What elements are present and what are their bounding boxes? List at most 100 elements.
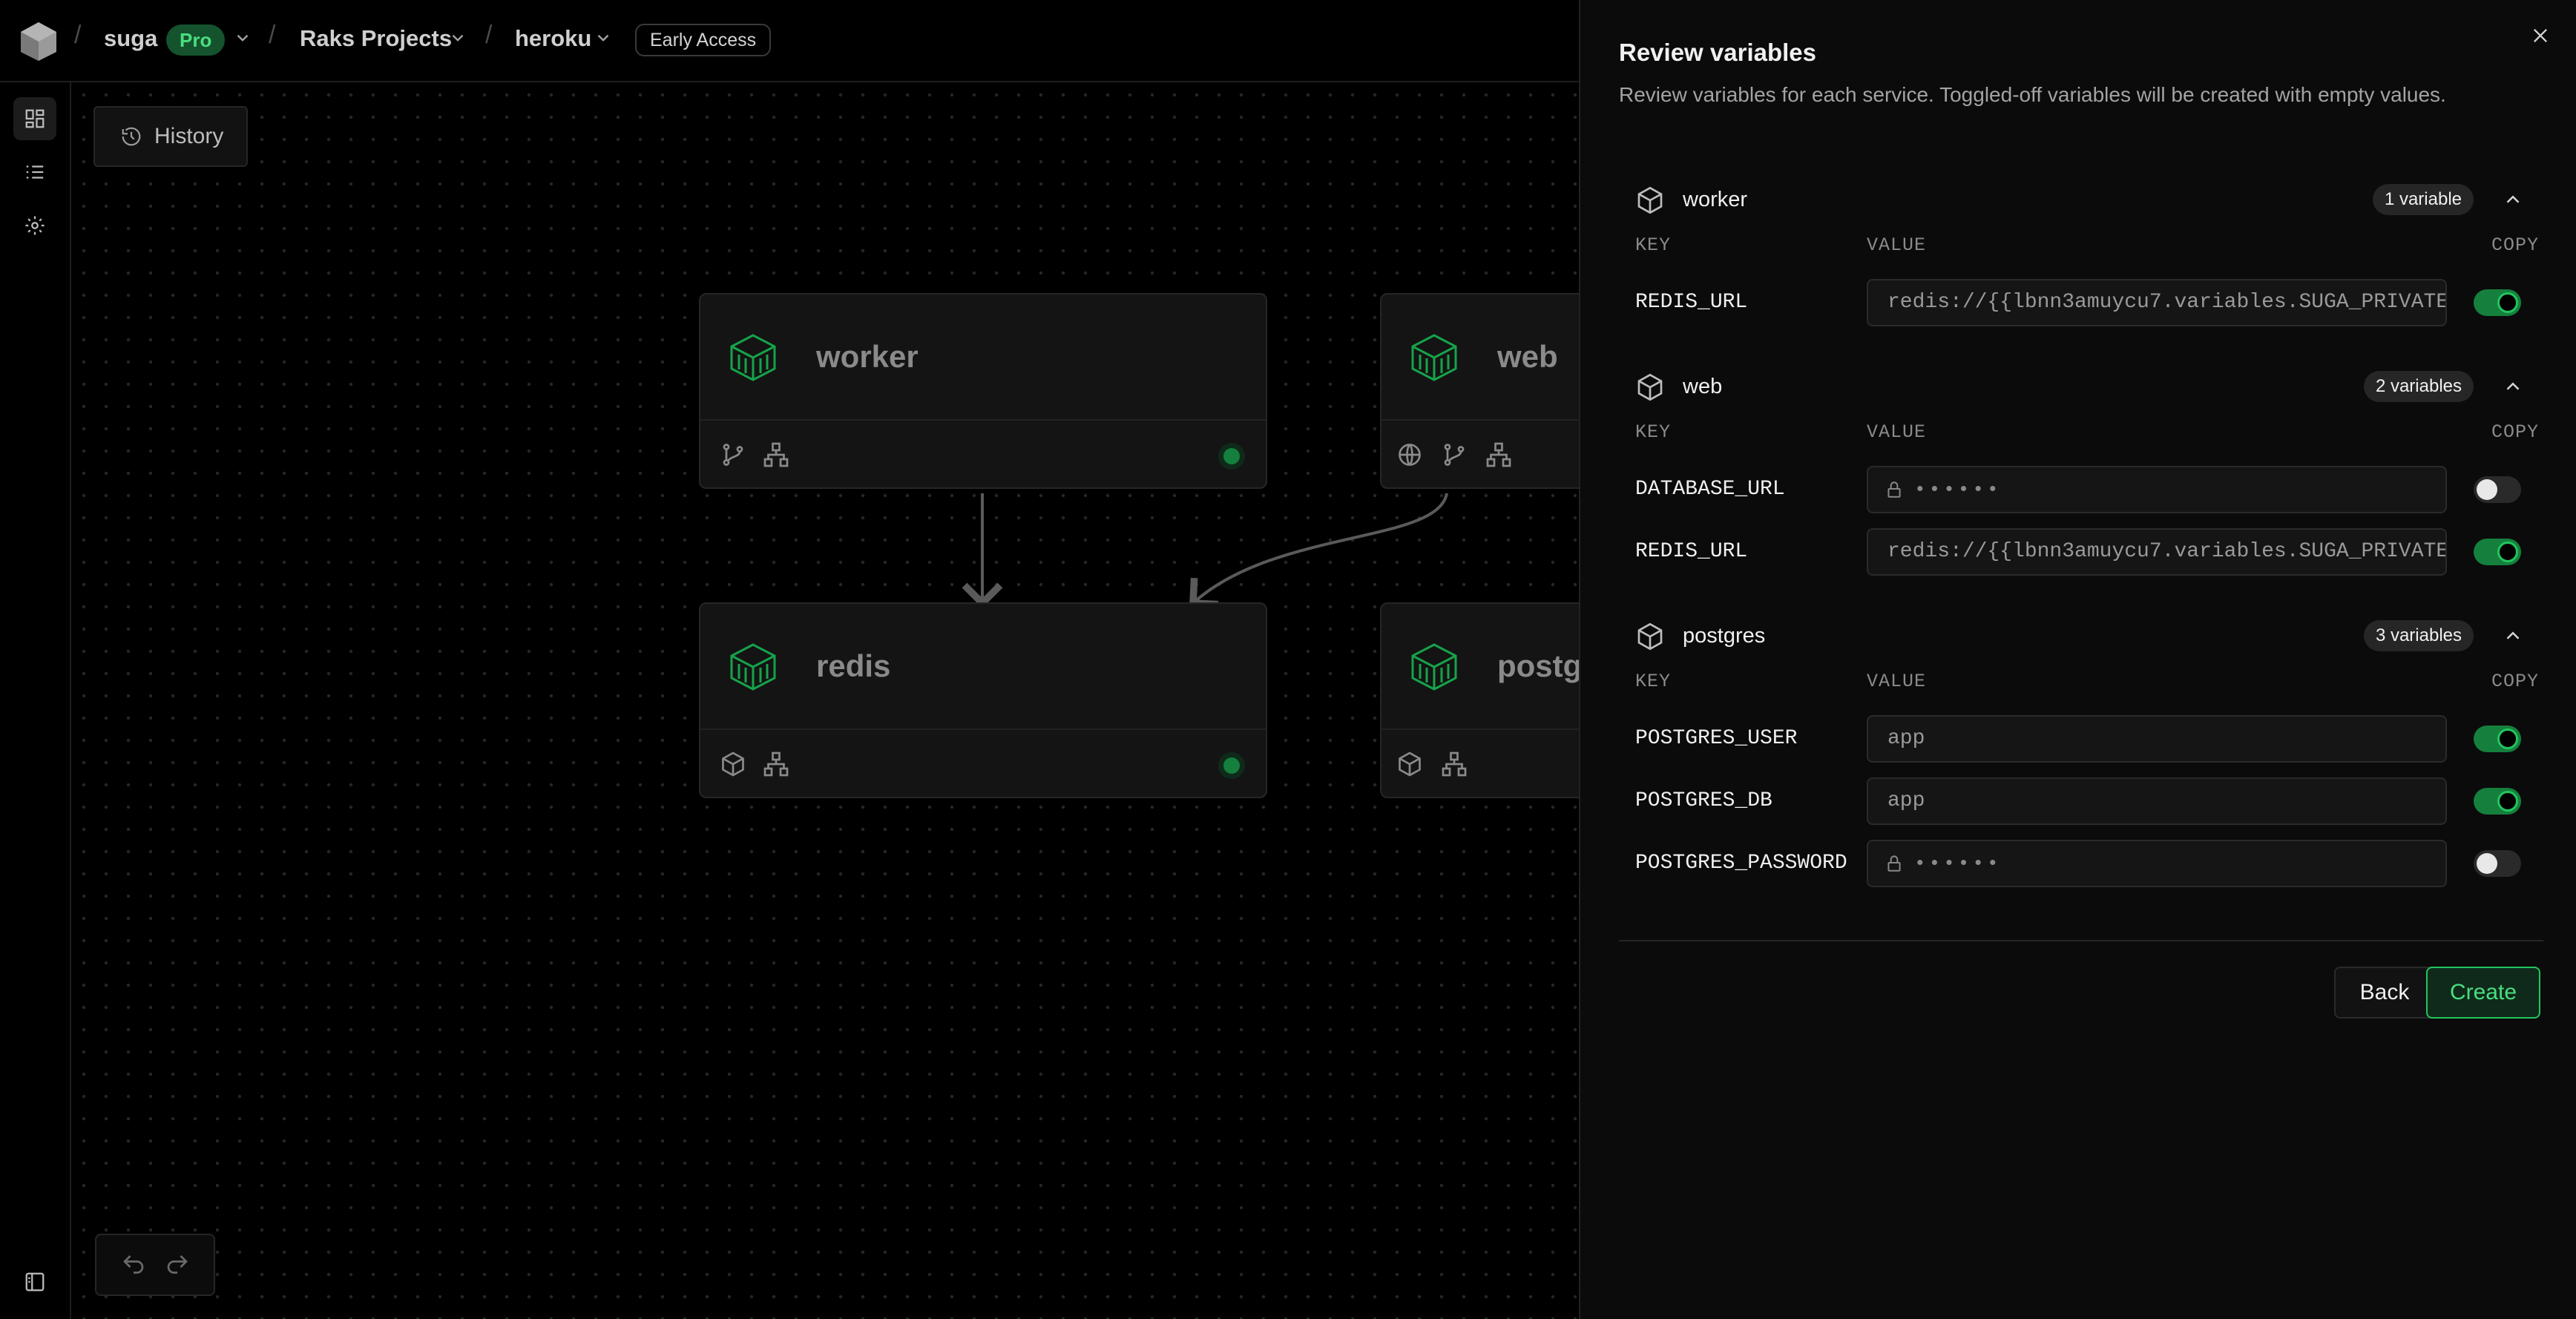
lock-icon <box>1887 481 1901 498</box>
chevron-down-icon[interactable] <box>594 28 613 47</box>
network-icon <box>1486 442 1511 467</box>
variable-key: POSTGRES_USER <box>1635 727 1798 750</box>
copy-toggle[interactable] <box>2474 726 2521 752</box>
section-header[interactable]: web 2 variables <box>1635 368 2539 405</box>
gear-icon <box>25 216 45 235</box>
close-button[interactable] <box>2527 22 2554 49</box>
section-name: postgres <box>1683 624 1766 648</box>
create-button[interactable]: Create <box>2426 967 2540 1019</box>
left-rail <box>0 82 71 1319</box>
box-icon <box>1637 186 1663 214</box>
chevron-up-icon[interactable] <box>2502 625 2524 647</box>
breadcrumb-separator: / <box>74 21 82 49</box>
status-indicator <box>1218 752 1245 779</box>
git-branch-icon <box>1444 444 1465 466</box>
logo-icon[interactable] <box>19 21 58 62</box>
container-icon <box>730 643 776 691</box>
column-header-value: VALUE <box>1867 671 1927 692</box>
column-header-copy: COPY <box>2491 234 2539 256</box>
graph-canvas[interactable]: History worker web redis postg <box>73 84 1579 1319</box>
breadcrumb-separator: / <box>269 21 276 49</box>
variable-row: REDIS_URL redis://{{lbnn3amuycu7.variabl… <box>1619 279 2539 326</box>
project-name[interactable]: Raks Projects <box>300 25 452 52</box>
redo-icon[interactable] <box>164 1251 191 1278</box>
box-icon <box>1637 373 1663 401</box>
column-header-key: KEY <box>1635 421 1672 443</box>
section-name: worker <box>1683 188 1748 211</box>
chevron-down-icon[interactable] <box>233 28 252 47</box>
top-bar: / suga Pro / Raks Projects / heroku Earl… <box>0 0 1579 82</box>
divider <box>1619 940 2543 941</box>
chevron-up-icon[interactable] <box>2502 188 2524 211</box>
service-card-redis[interactable]: redis <box>699 602 1267 798</box>
variable-value-field[interactable]: •••••• <box>1867 840 2447 887</box>
undo-redo-controls <box>95 1234 215 1296</box>
box-icon <box>722 751 744 777</box>
column-header-value: VALUE <box>1867 234 1927 256</box>
service-card-postgres[interactable]: postgres <box>1380 602 1579 798</box>
back-button[interactable]: Back <box>2334 967 2435 1019</box>
rail-item-list[interactable] <box>13 151 56 194</box>
variable-value-field[interactable]: app <box>1867 715 2447 763</box>
variable-row: POSTGRES_PASSWORD •••••• <box>1619 840 2539 887</box>
column-header-value: VALUE <box>1867 421 1927 443</box>
chevron-up-icon[interactable] <box>2502 375 2524 398</box>
section-header[interactable]: worker 1 variable <box>1635 181 2539 218</box>
service-card-worker[interactable]: worker <box>699 293 1267 489</box>
variable-value-field[interactable]: redis://{{lbnn3amuycu7.variables.SUGA_PR… <box>1867 279 2447 326</box>
box-icon <box>1399 751 1421 777</box>
chevron-down-icon[interactable] <box>448 28 467 47</box>
section-name: web <box>1683 375 1723 398</box>
review-variables-drawer: Review variables Review variables for ea… <box>1579 0 2576 1319</box>
container-icon <box>730 334 776 381</box>
status-indicator <box>1218 443 1245 470</box>
masked-value: •••••• <box>1914 852 2002 875</box>
service-name: redis <box>816 648 891 683</box>
env-name[interactable]: heroku <box>515 25 591 52</box>
lock-icon <box>1887 855 1901 872</box>
network-icon <box>763 442 789 467</box>
breadcrumb-separator: / <box>485 21 493 49</box>
rail-item-dashboard[interactable] <box>13 97 56 140</box>
variable-count-badge: 2 variables <box>2363 371 2474 402</box>
column-header-copy: COPY <box>2491 421 2539 443</box>
drawer-description: Review variables for each service. Toggl… <box>1619 83 2446 106</box>
network-icon <box>1442 751 1467 777</box>
copy-toggle[interactable] <box>2474 788 2521 815</box>
rail-item-settings[interactable] <box>13 204 56 247</box>
variable-key: REDIS_URL <box>1635 540 1748 563</box>
column-header-key: KEY <box>1635 671 1672 692</box>
copy-toggle[interactable] <box>2474 476 2521 503</box>
list-icon <box>26 165 44 179</box>
variable-key: REDIS_URL <box>1635 291 1748 314</box>
variable-row: POSTGRES_DB app <box>1619 777 2539 825</box>
service-card-web[interactable]: web <box>1380 293 1579 489</box>
column-header-copy: COPY <box>2491 671 2539 692</box>
network-icon <box>763 751 789 777</box>
copy-toggle[interactable] <box>2474 539 2521 565</box>
variable-count-badge: 1 variable <box>2372 184 2474 215</box>
close-icon <box>2534 29 2547 42</box>
variable-value-field[interactable]: •••••• <box>1867 466 2447 513</box>
masked-value: •••••• <box>1914 478 2002 501</box>
globe-icon <box>1399 444 1421 466</box>
variable-key: POSTGRES_PASSWORD <box>1635 852 1847 875</box>
service-name: postgres <box>1497 648 1579 683</box>
variable-value-field[interactable]: redis://{{lbnn3amuycu7.variables.SUGA_PR… <box>1867 528 2447 576</box>
undo-icon[interactable] <box>120 1251 147 1278</box>
variable-count-badge: 3 variables <box>2363 620 2474 651</box>
sidebar-toggle-button[interactable] <box>13 1260 56 1303</box>
early-access-badge: Early Access <box>635 24 772 56</box>
variable-value-field[interactable]: app <box>1867 777 2447 825</box>
org-name[interactable]: suga <box>104 25 157 52</box>
copy-toggle[interactable] <box>2474 289 2521 316</box>
box-icon <box>1637 622 1663 651</box>
container-icon <box>1411 643 1457 691</box>
variable-key: DATABASE_URL <box>1635 478 1785 501</box>
copy-toggle[interactable] <box>2474 850 2521 877</box>
column-header-key: KEY <box>1635 234 1672 256</box>
git-branch-icon <box>723 444 743 466</box>
section-header[interactable]: postgres 3 variables <box>1635 617 2539 654</box>
service-name: web <box>1497 339 1558 374</box>
service-name: worker <box>816 339 919 374</box>
